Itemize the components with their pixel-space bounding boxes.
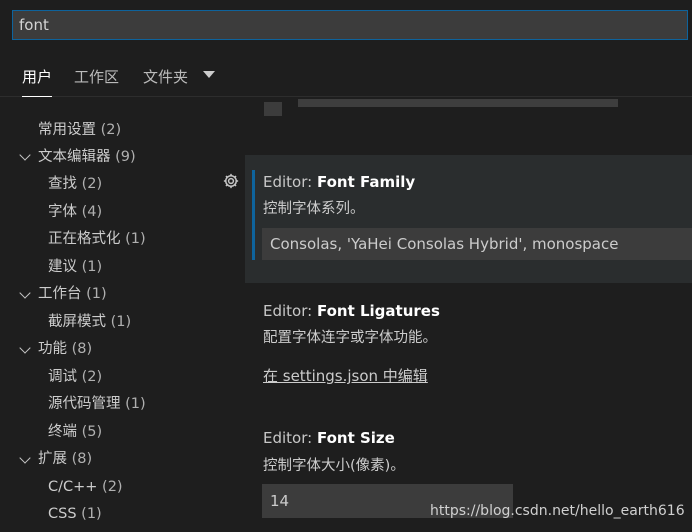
- toc-item-scm[interactable]: 源代码管理 (1): [48, 393, 146, 415]
- toc-item-label: 正在格式化: [48, 231, 121, 247]
- setting-category: Editor:: [263, 302, 317, 320]
- toc-item-label: 功能: [38, 341, 67, 357]
- edit-in-settings-json-link[interactable]: 在 settings.json 中编辑: [263, 365, 428, 386]
- toc-item-label: 终端: [48, 424, 77, 440]
- toc-item-label: 扩展: [38, 451, 67, 467]
- setting-category: Editor:: [263, 429, 317, 447]
- toc-item-font[interactable]: 字体 (4): [48, 201, 102, 223]
- settings-tabs: 用户 工作区 文件夹: [0, 60, 692, 97]
- toc-item-count: (1): [125, 396, 146, 412]
- toc-item-common[interactable]: 常用设置 (2): [38, 119, 121, 141]
- toc-item-count: (8): [71, 451, 93, 467]
- clipped-text: [298, 99, 618, 107]
- folder-dropdown-icon[interactable]: [203, 71, 215, 78]
- toc-item-text-editor[interactable]: 文本编辑器 (9): [38, 146, 136, 168]
- toc-item-label: 工作台: [38, 286, 82, 302]
- toc-item-label: CSS: [48, 506, 77, 522]
- toc-item-count: (1): [81, 259, 103, 275]
- gear-icon[interactable]: [222, 172, 240, 190]
- toc-item-label: C/C++: [48, 479, 98, 495]
- setting-description: 控制字体大小(像素)。: [263, 458, 405, 474]
- toc-item-label: 文本编辑器: [38, 149, 111, 165]
- setting-description: 配置字体连字或字体功能。: [263, 330, 437, 346]
- toc-item-label: 截屏模式: [48, 314, 106, 330]
- toc-item-count: (4): [81, 204, 103, 220]
- toc-item-css[interactable]: CSS (1): [48, 503, 102, 525]
- toc-item-count: (9): [115, 149, 136, 165]
- toc-item-terminal[interactable]: 终端 (5): [48, 421, 102, 443]
- setting-title: Editor: Font Ligatures: [263, 302, 440, 320]
- chevron-down-icon[interactable]: [19, 287, 31, 299]
- toc-item-count: (1): [81, 506, 102, 522]
- chevron-down-icon[interactable]: [19, 452, 31, 464]
- toc-item-find[interactable]: 查找 (2): [48, 173, 102, 195]
- toc-item-count: (1): [125, 231, 146, 247]
- toc-item-label: 字体: [48, 204, 77, 220]
- setting-category: Editor:: [263, 173, 317, 191]
- toc-item-count: (5): [81, 424, 103, 440]
- settings-search-input[interactable]: font: [12, 10, 688, 40]
- setting-name: Font Family: [316, 173, 416, 191]
- toc-item-features[interactable]: 功能 (8): [38, 338, 92, 360]
- checkbox[interactable]: [264, 102, 282, 116]
- setting-title: Editor: Font Size: [263, 429, 395, 447]
- tab-user[interactable]: 用户: [22, 66, 53, 97]
- toc-item-label: 常用设置: [38, 122, 96, 138]
- clipped-previous-setting: [262, 98, 642, 118]
- toc-item-debug[interactable]: 调试 (2): [48, 366, 102, 388]
- setting-name: Font Ligatures: [316, 302, 440, 320]
- toc-item-formatting[interactable]: 正在格式化 (1): [48, 228, 146, 250]
- toc-item-label: 建议: [48, 259, 77, 275]
- toc-item-count: (2): [102, 479, 123, 495]
- tab-workspace[interactable]: 工作区: [74, 66, 119, 90]
- toc-item-label: 调试: [48, 369, 77, 385]
- chevron-down-icon[interactable]: [19, 342, 31, 354]
- setting-name: Font Size: [316, 429, 395, 447]
- toc-item-cpp[interactable]: C/C++ (2): [48, 476, 123, 498]
- watermark-text: https://blog.csdn.net/hello_earth616: [430, 503, 685, 519]
- setting-description: 控制字体系列。: [263, 201, 365, 217]
- toc-item-workbench[interactable]: 工作台 (1): [38, 283, 107, 305]
- toc-item-extensions[interactable]: 扩展 (8): [38, 448, 92, 470]
- toc-item-label: 查找: [48, 176, 77, 192]
- focus-indicator: [252, 170, 255, 260]
- toc-item-screencast-mode[interactable]: 截屏模式 (1): [48, 311, 131, 333]
- search-area: font: [0, 0, 692, 52]
- tab-folder[interactable]: 文件夹: [143, 66, 188, 90]
- toc-item-count: (2): [81, 369, 103, 385]
- toc-item-count: (1): [110, 314, 132, 330]
- setting-title: Editor: Font Family: [263, 173, 415, 191]
- toc-item-count: (1): [86, 286, 107, 302]
- toc-item-count: (2): [81, 176, 103, 192]
- font-family-input[interactable]: Consolas, 'YaHei Consolas Hybrid', monos…: [262, 228, 692, 260]
- toc-item-suggestions[interactable]: 建议 (1): [48, 256, 102, 278]
- toc-item-count: (8): [71, 341, 93, 357]
- toc-item-count: (2): [100, 122, 122, 138]
- chevron-down-icon[interactable]: [19, 149, 31, 161]
- settings-toc: 常用设置 (2) 文本编辑器 (9) 查找 (2) 字体 (4) 正在格式化 (…: [0, 116, 240, 532]
- toc-item-label: 源代码管理: [48, 396, 121, 412]
